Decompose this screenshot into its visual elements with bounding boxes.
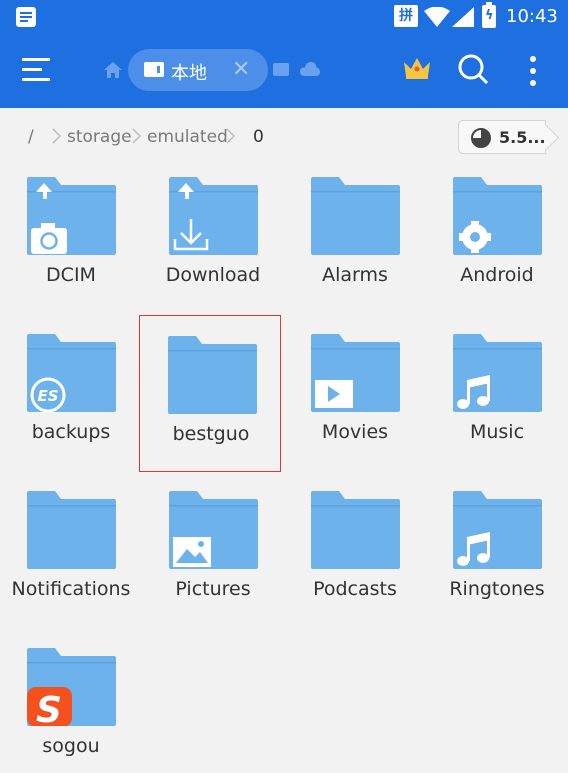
more-options-icon[interactable] — [530, 56, 536, 86]
chat-icon[interactable] — [273, 63, 289, 76]
folder-item[interactable]: Music — [426, 323, 568, 480]
folder-name: Ringtones — [449, 578, 545, 600]
folder-item[interactable]: Movies — [284, 323, 426, 480]
device-icon — [144, 62, 164, 77]
chevron-right-icon — [132, 128, 141, 144]
pie-chart-icon — [471, 128, 491, 148]
battery-charging-icon: ϟ — [482, 2, 496, 28]
notification-icon — [16, 7, 36, 27]
wifi-icon — [424, 7, 450, 27]
folder-icon — [311, 177, 400, 255]
folder-icon — [169, 177, 258, 255]
folder-name: Pictures — [175, 578, 251, 600]
folder-icon — [27, 491, 116, 569]
ime-indicator: 拼 — [394, 5, 418, 27]
crown-icon[interactable] — [402, 56, 432, 80]
folder-item[interactable]: Alarms — [284, 166, 426, 323]
signal-icon — [452, 7, 474, 27]
folder-name: Music — [469, 421, 525, 443]
close-icon[interactable]: ✕ — [232, 57, 250, 82]
folder-icon — [27, 177, 116, 255]
folder-item[interactable]: DCIM — [0, 166, 142, 323]
folder-name: backups — [31, 421, 111, 443]
folder-item[interactable]: Notifications — [0, 480, 142, 637]
folder-item[interactable]: Pictures — [142, 480, 284, 637]
app-header: 拼 ϟ 10:43 本地 ✕ — [0, 0, 568, 108]
folder-name: Podcasts — [313, 578, 397, 600]
folder-icon — [311, 491, 400, 569]
storage-label: 5.5... — [499, 128, 546, 147]
menu-icon[interactable] — [22, 56, 52, 84]
folder-name: Download — [165, 264, 261, 286]
folder-icon: ES — [27, 334, 116, 412]
breadcrumb-emulated[interactable]: emulated — [147, 127, 228, 147]
folder-icon — [453, 491, 542, 569]
home-icon[interactable] — [104, 62, 122, 78]
folder-name: DCIM — [46, 264, 96, 286]
folder-name: Alarms — [322, 264, 388, 286]
breadcrumb-current[interactable]: 0 — [253, 127, 264, 147]
folder-icon — [311, 334, 400, 412]
folder-item[interactable]: ES backups — [0, 323, 142, 480]
tab-label: 本地 — [171, 63, 207, 84]
status-bar: 拼 ϟ 10:43 — [0, 0, 568, 34]
folder-name: Android — [460, 264, 534, 286]
folder-item[interactable]: Download — [142, 166, 284, 323]
status-time: 10:43 — [506, 6, 558, 27]
folder-item[interactable]: Podcasts — [284, 480, 426, 637]
chevron-right-icon — [226, 128, 235, 144]
folder-name: sogou — [42, 735, 100, 757]
folder-icon — [453, 177, 542, 255]
folder-name: Movies — [321, 421, 389, 443]
storage-info-button[interactable]: 5.5... — [458, 120, 546, 154]
folder-item[interactable]: Ringtones — [426, 480, 568, 637]
folder-item[interactable]: Android — [426, 166, 568, 323]
search-icon[interactable] — [458, 54, 488, 84]
svg-text:S: S — [36, 690, 62, 726]
folder-icon — [169, 491, 258, 569]
breadcrumb: / storage emulated 0 5.5... — [0, 108, 568, 166]
breadcrumb-storage[interactable]: storage — [67, 127, 132, 147]
breadcrumb-root[interactable]: / — [28, 127, 34, 147]
folder-icon — [453, 334, 542, 412]
folder-item[interactable]: Ssogou — [0, 637, 142, 773]
svg-text:ES: ES — [37, 387, 58, 405]
cloud-icon[interactable] — [300, 62, 320, 76]
folder-name: Notifications — [11, 578, 131, 600]
folder-item[interactable]: bestguo — [139, 315, 281, 472]
toolbar: 本地 ✕ — [0, 34, 568, 108]
folder-name: bestguo — [172, 423, 250, 445]
folder-icon — [168, 336, 257, 414]
chevron-right-icon — [52, 128, 61, 144]
folder-icon: S — [27, 648, 116, 726]
tab-local[interactable]: 本地 ✕ — [128, 49, 268, 91]
